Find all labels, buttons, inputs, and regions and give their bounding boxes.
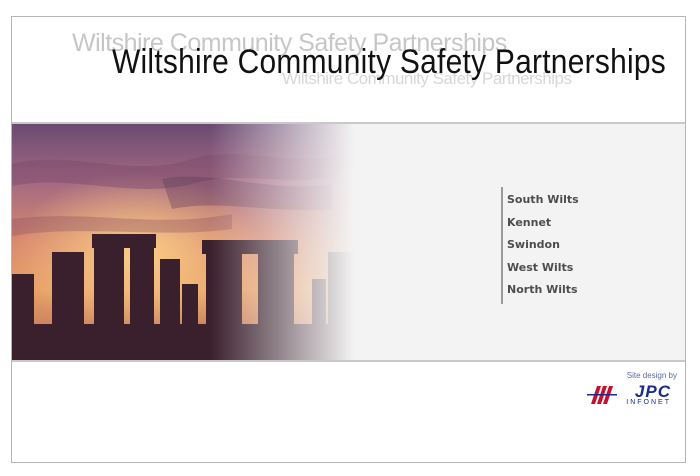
partnership-nav: South Wilts Kennet Swindon West Wilts No… (501, 187, 579, 304)
nav-link-north-wilts[interactable]: North Wilts (507, 279, 579, 302)
site-credit[interactable]: Site design by JPC INFONET (587, 371, 677, 406)
jpc-infonet-logo[interactable]: JPC INFONET (587, 382, 677, 406)
nav-link-kennet[interactable]: Kennet (507, 212, 579, 235)
page-frame: Wiltshire Community Safety Partnerships … (11, 16, 686, 463)
credit-text: Site design by (626, 371, 677, 380)
logo-stripes-icon (587, 386, 617, 404)
nav-link-south-wilts[interactable]: South Wilts (507, 189, 579, 212)
page-title: Wiltshire Community Safety Partnerships (112, 43, 667, 81)
logo-subtext: INFONET (626, 399, 671, 406)
nav-link-west-wilts[interactable]: West Wilts (507, 257, 579, 280)
nav-link-swindon[interactable]: Swindon (507, 234, 579, 257)
stonehenge-sunset-photo (12, 124, 372, 360)
content-band: South Wilts Kennet Swindon West Wilts No… (12, 122, 685, 362)
header: Wiltshire Community Safety Partnerships … (12, 17, 685, 122)
